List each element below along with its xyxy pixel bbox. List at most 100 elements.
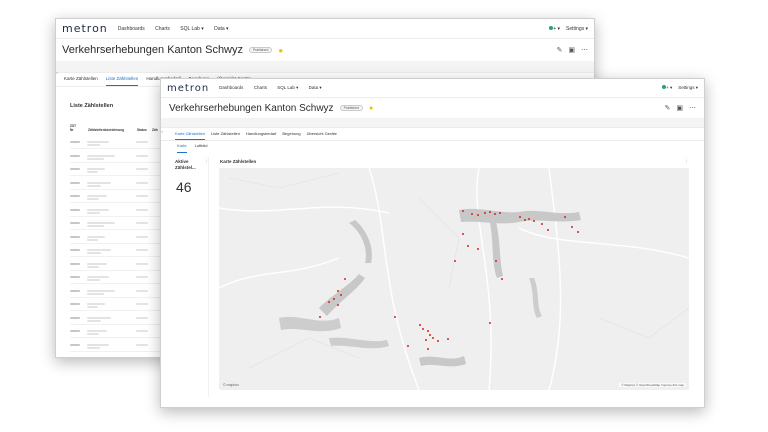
tab-liste-zaehlstellen[interactable]: Liste Zählstellen [211, 131, 240, 140]
map-view[interactable]: © mapbox © Mapbox © OpenStreetMap Improv… [219, 168, 689, 390]
table-row[interactable] [70, 330, 166, 338]
map-marker[interactable] [495, 260, 497, 262]
tab-karte-zaehlstellen[interactable]: Karte Zählstellen [175, 131, 206, 140]
map-marker[interactable] [344, 278, 346, 280]
nav-data[interactable]: Data ▾ [214, 26, 228, 32]
map-marker[interactable] [462, 233, 464, 235]
table-row[interactable] [70, 303, 166, 311]
table-row[interactable] [70, 208, 166, 217]
map-marker[interactable] [533, 220, 535, 222]
map-marker[interactable] [447, 338, 449, 340]
subtab-luftbild[interactable]: Luftbild [195, 143, 208, 153]
table-row[interactable] [70, 181, 166, 190]
table-row[interactable] [70, 195, 166, 203]
edit-icon[interactable]: ✎ [665, 104, 671, 112]
table-row[interactable] [70, 168, 166, 176]
tab-handlungsbedarf[interactable]: Handlungsbedarf [246, 131, 276, 140]
favorite-star-icon[interactable]: ● [369, 105, 373, 112]
cell-placeholder [136, 330, 148, 332]
map-marker[interactable] [333, 298, 335, 300]
logo[interactable]: metron [167, 83, 209, 94]
tab-liste-zaehlstellen[interactable]: Liste Zählstellen [105, 76, 139, 86]
nav-charts[interactable]: Charts [155, 26, 170, 32]
map-marker[interactable] [454, 260, 456, 262]
plus-menu[interactable]: + ▾ [549, 25, 560, 32]
cell-placeholder [87, 276, 109, 278]
table-row[interactable] [70, 235, 166, 244]
table-row[interactable] [70, 249, 166, 257]
more-icon[interactable]: ⋯ [581, 46, 588, 54]
map-menu-icon[interactable]: ⋮ [684, 158, 689, 164]
table-row[interactable] [70, 154, 166, 163]
map-marker[interactable] [432, 337, 434, 339]
nav-charts[interactable]: Charts [254, 85, 267, 90]
map-marker[interactable] [462, 210, 464, 212]
calendar-icon[interactable]: ▣ [568, 46, 575, 54]
table-row[interactable] [70, 316, 166, 325]
more-icon[interactable]: ⋯ [689, 104, 696, 112]
table-row[interactable] [70, 289, 166, 298]
map-marker[interactable] [407, 345, 409, 347]
nav-data[interactable]: Data ▾ [309, 85, 322, 90]
settings-menu[interactable]: Settings ▾ [678, 85, 698, 91]
calendar-icon[interactable]: ▣ [676, 104, 683, 112]
map-marker[interactable] [337, 304, 339, 306]
kpi-menu-icon[interactable]: ⋮ [204, 158, 209, 164]
map-marker[interactable] [437, 340, 439, 342]
nav-sql-lab[interactable]: SQL Lab ▾ [277, 85, 298, 90]
map-marker[interactable] [427, 330, 429, 332]
map-marker[interactable] [471, 213, 473, 215]
map-marker[interactable] [427, 348, 429, 350]
collapse-icon[interactable]: « [56, 70, 62, 84]
map-marker[interactable] [422, 328, 424, 330]
map-marker[interactable] [494, 213, 496, 215]
table-row[interactable] [70, 343, 166, 352]
tab-begehung[interactable]: Begehung [282, 131, 300, 140]
map-marker[interactable] [501, 278, 503, 280]
map-marker[interactable] [564, 216, 566, 218]
map-marker[interactable] [541, 223, 543, 225]
settings-menu[interactable]: Settings ▾ [566, 26, 588, 32]
map-marker[interactable] [499, 212, 501, 214]
subtab-karte[interactable]: Karte [177, 143, 187, 153]
plus-menu[interactable]: + ▾ [662, 85, 672, 91]
map-attribution[interactable]: © Mapbox © OpenStreetMap Improve this ma… [619, 383, 686, 387]
table-row[interactable] [70, 141, 166, 149]
map-marker[interactable] [419, 324, 421, 326]
table-row[interactable] [70, 262, 166, 271]
map-marker[interactable] [425, 339, 427, 341]
edit-icon[interactable]: ✎ [557, 46, 563, 54]
favorite-star-icon[interactable]: ● [278, 46, 283, 55]
map-marker[interactable] [489, 211, 491, 213]
table-row[interactable] [70, 276, 166, 284]
published-badge: Published [339, 105, 363, 111]
nav-dashboards[interactable]: Dashboards [118, 26, 145, 32]
logo[interactable]: metron [62, 22, 108, 35]
map-marker[interactable] [429, 334, 431, 336]
map-marker[interactable] [467, 245, 469, 247]
collapse-icon[interactable]: « [161, 129, 166, 141]
map-marker[interactable] [528, 218, 530, 220]
map-marker[interactable] [319, 316, 321, 318]
map-marker[interactable] [571, 226, 573, 228]
nav-dashboards[interactable]: Dashboards [219, 85, 243, 90]
map-marker[interactable] [577, 231, 579, 233]
map-marker[interactable] [328, 301, 330, 303]
tab-karte-zaehlstellen[interactable]: Karte Zählstellen [64, 76, 98, 86]
map-marker[interactable] [394, 316, 396, 318]
map-marker[interactable] [524, 219, 526, 221]
map-marker[interactable] [340, 294, 342, 296]
map-marker[interactable] [337, 290, 339, 292]
col-status: Status [137, 128, 147, 132]
mapbox-logo[interactable]: © mapbox [223, 383, 239, 387]
map-marker[interactable] [484, 212, 486, 214]
map-marker[interactable] [547, 229, 549, 231]
map-marker[interactable] [477, 214, 479, 216]
nav-sql-lab[interactable]: SQL Lab ▾ [180, 26, 203, 32]
map-marker[interactable] [489, 322, 491, 324]
map-marker[interactable] [477, 248, 479, 250]
table-row[interactable] [70, 222, 166, 230]
map-marker[interactable] [519, 216, 521, 218]
panel-title: Liste Zählstellen [70, 103, 114, 109]
tab-uebersicht-geraete[interactable]: Übersicht Geräte [307, 131, 337, 140]
